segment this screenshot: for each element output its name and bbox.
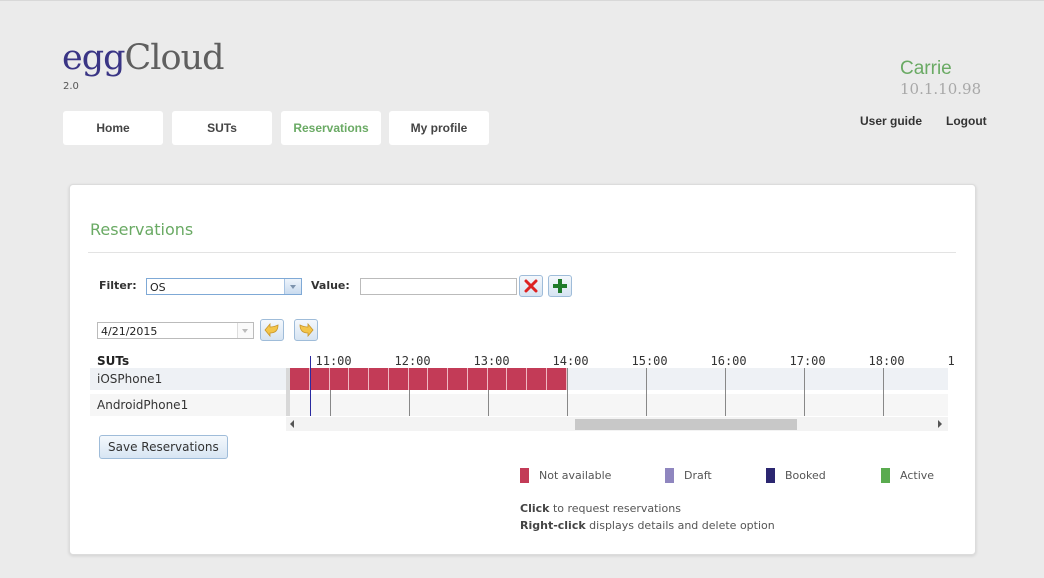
nav-reservations[interactable]: Reservations: [281, 111, 381, 145]
reservation-slot-not-available[interactable]: [369, 368, 389, 390]
reservation-slot-not-available[interactable]: [388, 368, 409, 390]
legend-swatch: [520, 468, 529, 483]
legend-label: Draft: [684, 469, 712, 482]
page-title: Reservations: [90, 220, 194, 239]
reservation-slot-not-available[interactable]: [487, 368, 508, 390]
reservation-slot-not-available[interactable]: [467, 368, 488, 390]
hour-gridline: [645, 368, 647, 416]
hour-gridline: [803, 368, 805, 416]
nav-home[interactable]: Home: [63, 111, 163, 145]
timeline-scrollbar[interactable]: [286, 417, 948, 431]
top-border: [0, 0, 1044, 1]
legend-draft: Draft: [665, 468, 712, 483]
add-filter-button[interactable]: [548, 275, 572, 297]
legend-swatch: [881, 468, 890, 483]
prev-day-button[interactable]: [260, 319, 284, 341]
hour-label: 1: [947, 354, 955, 368]
reservation-slot-not-available[interactable]: [507, 368, 527, 390]
filter-label: Filter:: [99, 279, 137, 292]
sut-name: iOSPhone1: [97, 372, 163, 386]
sut-name: AndroidPhone1: [97, 398, 189, 412]
hour-label: 13:00: [473, 354, 510, 368]
current-time-line: [309, 356, 311, 416]
reservation-slot-not-available[interactable]: [546, 368, 567, 390]
save-reservations-button[interactable]: Save Reservations: [99, 435, 228, 459]
value-label: Value:: [311, 279, 350, 292]
reservation-slot-not-available[interactable]: [309, 368, 330, 390]
hour-label: 17:00: [789, 354, 826, 368]
legend-label: Active: [900, 469, 935, 482]
clear-filter-button[interactable]: [519, 275, 543, 297]
hour-gridline: [566, 368, 568, 416]
scrollbar-thumb[interactable]: [575, 419, 797, 430]
suts-header: SUTs: [97, 354, 130, 368]
hour-gridline: [882, 368, 884, 416]
nav-my-profile[interactable]: My profile: [389, 111, 489, 145]
date-value: 4/21/2015: [101, 325, 158, 338]
reservation-slot-not-available[interactable]: [448, 368, 468, 390]
logout-link[interactable]: Logout: [946, 114, 987, 128]
user-name: Carrie: [900, 58, 952, 79]
user-ip: 10.1.10.98: [900, 80, 982, 98]
chevron-down-icon[interactable]: [237, 323, 253, 338]
value-input[interactable]: [360, 278, 517, 295]
reservation-slot-not-available[interactable]: [408, 368, 429, 390]
hour-label: 12:00: [394, 354, 431, 368]
date-picker[interactable]: 4/21/2015: [97, 322, 254, 339]
divider: [88, 252, 956, 253]
filter-select[interactable]: OS: [146, 278, 302, 295]
nav-suts[interactable]: SUTs: [172, 111, 272, 145]
legend-label: Not available: [539, 469, 612, 482]
legend-not-available: Not available: [520, 468, 611, 483]
logo-egg: egg: [62, 38, 126, 78]
arrow-forward-icon: [299, 323, 314, 337]
reservation-slot-not-available[interactable]: [329, 368, 350, 390]
scroll-right-icon[interactable]: [938, 420, 942, 428]
reservation-slot-not-available[interactable]: [428, 368, 448, 390]
legend-booked: Booked: [766, 468, 826, 483]
reservations-panel: Reservations Filter: OS Value: 4/21/2015…: [69, 184, 976, 555]
legend-swatch: [665, 468, 674, 483]
version-label: 2.0: [63, 81, 79, 92]
user-guide-link[interactable]: User guide: [860, 114, 922, 128]
chevron-down-icon[interactable]: [284, 279, 301, 294]
legend-label: Booked: [785, 469, 826, 482]
plus-icon: [553, 279, 567, 293]
logo: eggCloud: [62, 38, 225, 78]
filter-select-value: OS: [150, 281, 166, 294]
hour-label: 15:00: [631, 354, 668, 368]
hour-gridline: [724, 368, 726, 416]
hour-label: 16:00: [710, 354, 747, 368]
legend-swatch: [766, 468, 775, 483]
reservation-timeline[interactable]: [286, 356, 948, 416]
reservation-slot-not-available[interactable]: [290, 368, 310, 390]
scroll-left-icon[interactable]: [290, 420, 294, 428]
next-day-button[interactable]: [294, 319, 318, 341]
hour-label: 11:00: [315, 354, 352, 368]
reservation-slot-not-available[interactable]: [349, 368, 369, 390]
close-icon: [524, 279, 538, 293]
legend-active: Active: [881, 468, 934, 483]
hint-click: Click to request reservations: [520, 502, 681, 515]
reservation-slot-not-available[interactable]: [527, 368, 547, 390]
hour-label: 18:00: [868, 354, 905, 368]
hint-right-click: Right-click displays details and delete …: [520, 519, 775, 532]
arrow-back-icon: [264, 323, 279, 337]
hour-label: 14:00: [552, 354, 589, 368]
logo-cloud: Cloud: [124, 38, 225, 78]
